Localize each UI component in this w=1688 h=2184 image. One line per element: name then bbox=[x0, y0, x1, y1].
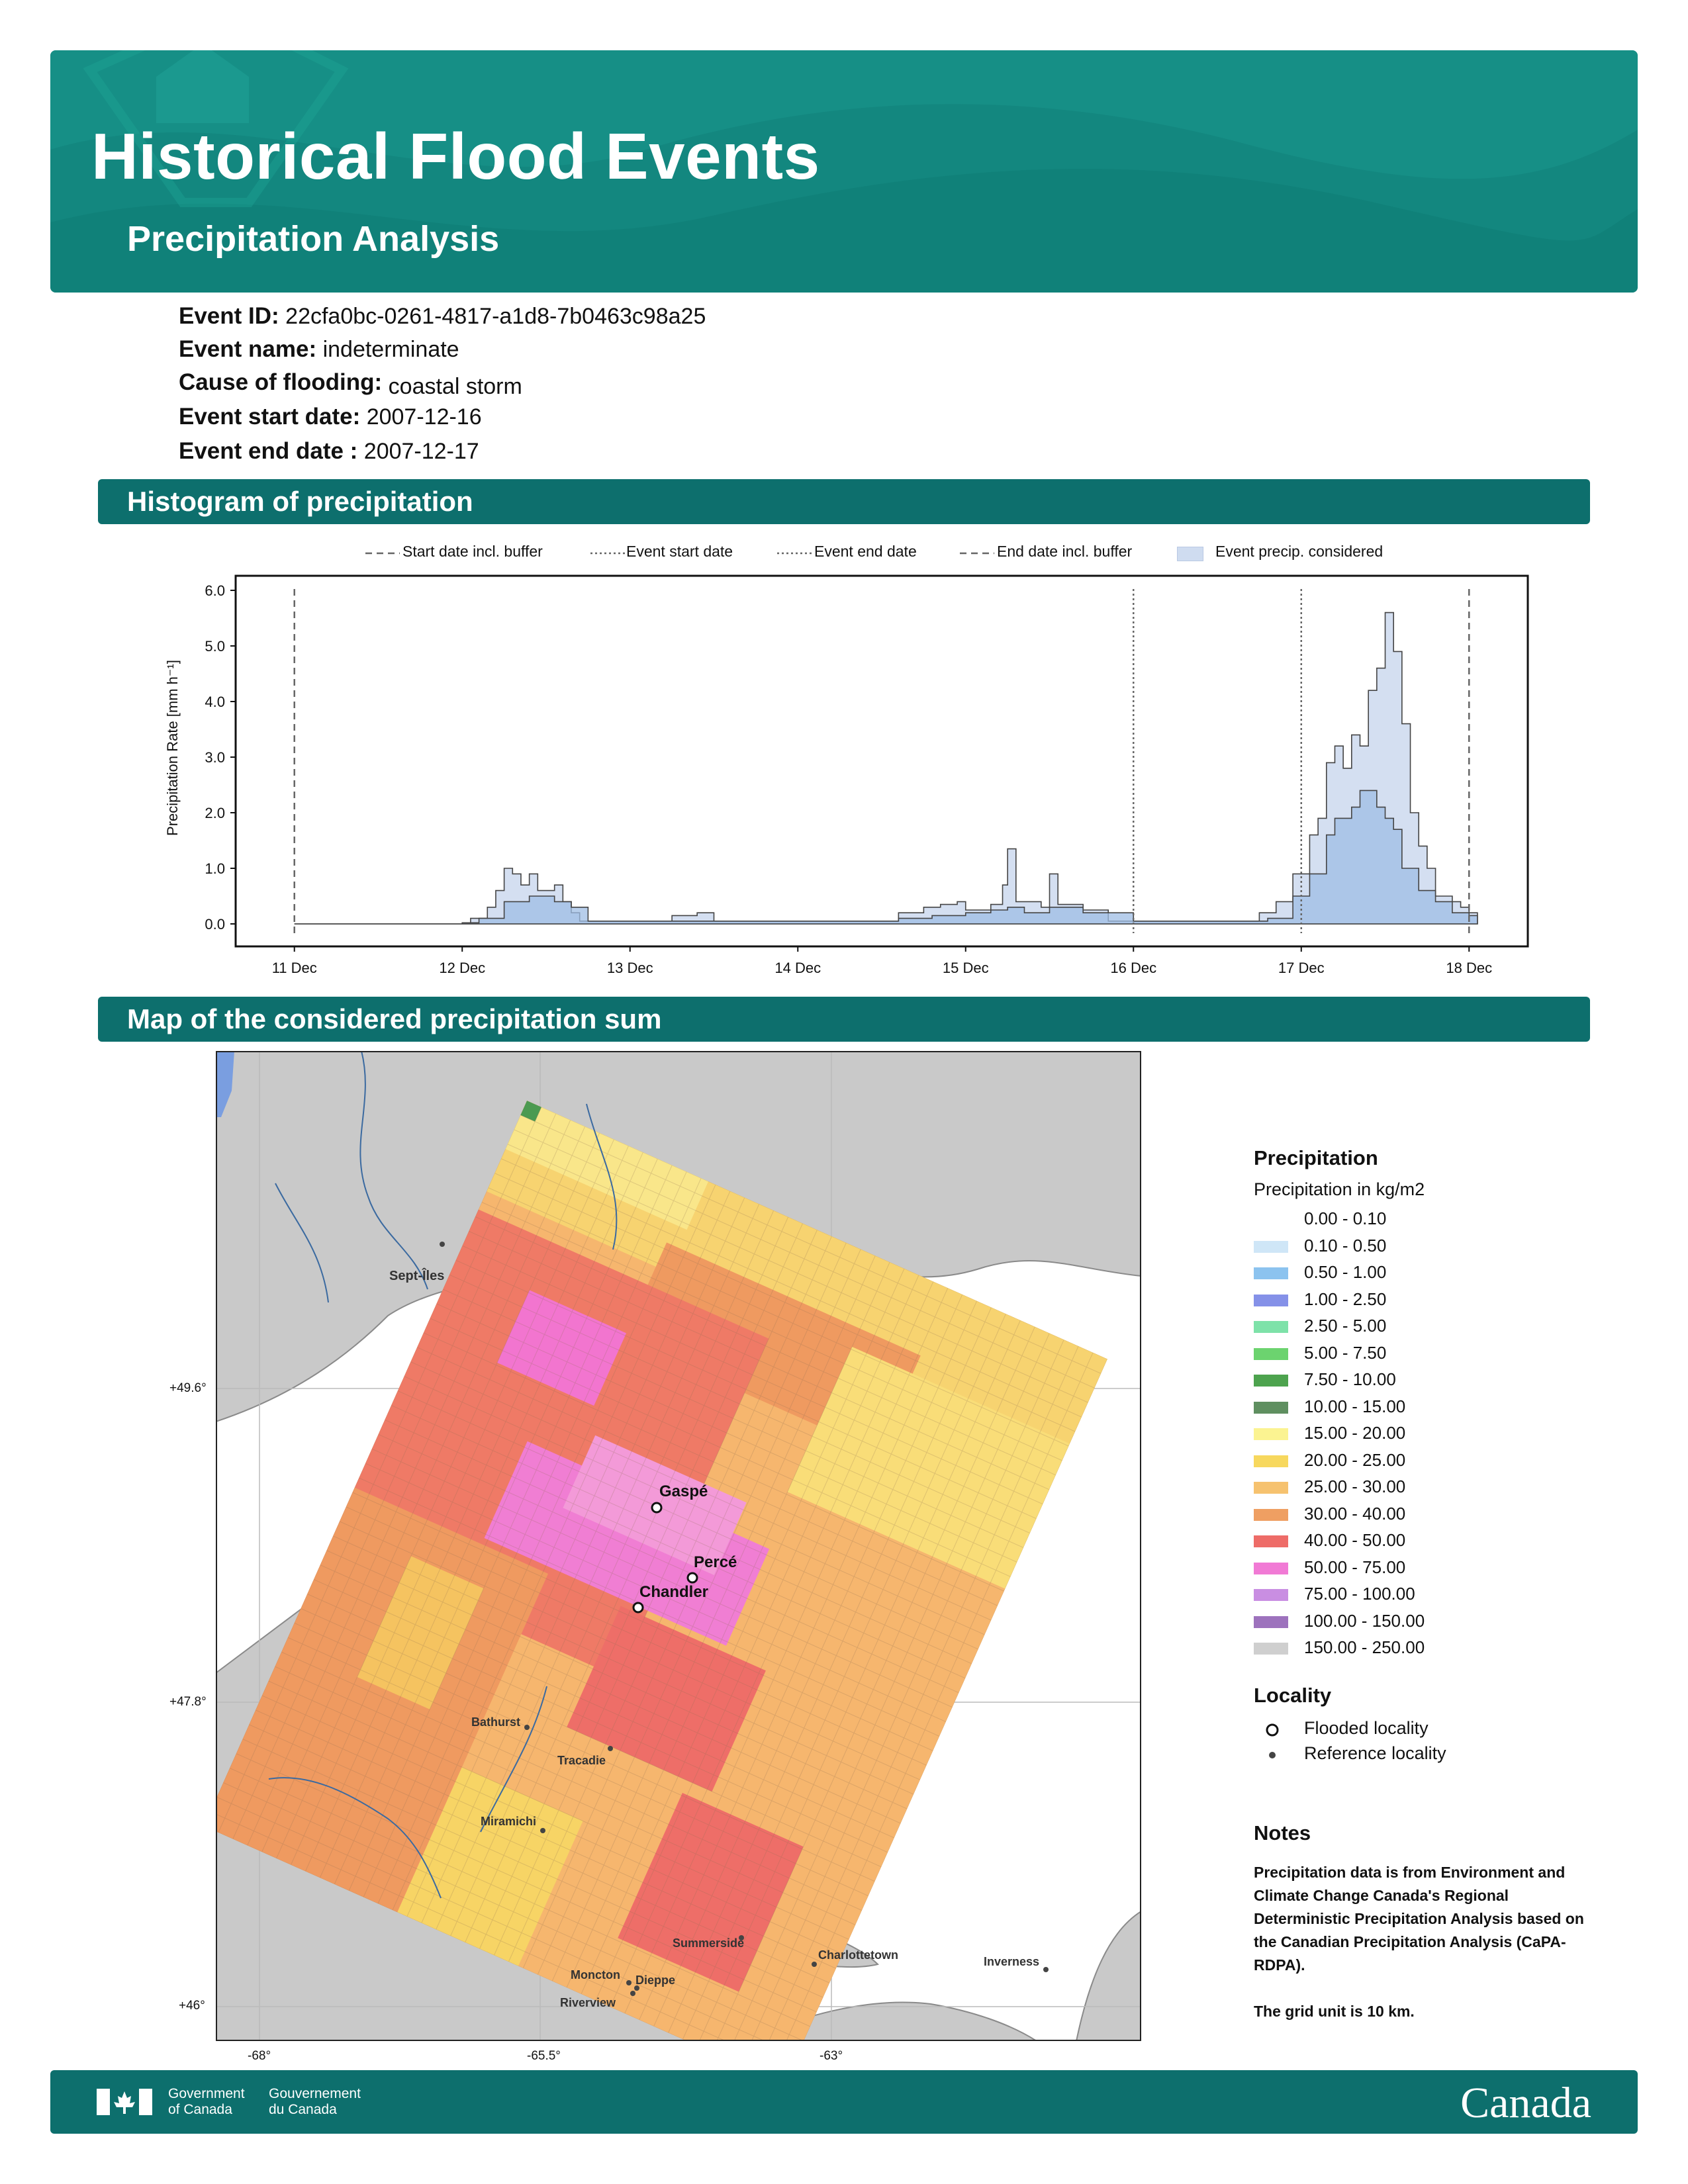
x-tick-label: 11 Dec bbox=[272, 960, 317, 976]
reference-locality-marker bbox=[440, 1242, 445, 1247]
precip-legend-swatch bbox=[1254, 1508, 1288, 1521]
precip-legend-label: 2.50 - 5.00 bbox=[1304, 1316, 1387, 1336]
precip-legend-label: 20.00 - 25.00 bbox=[1304, 1449, 1406, 1470]
footer-bar: Government of Canada Gouvernement du Canad… bbox=[50, 2070, 1638, 2134]
precip-legend-swatch bbox=[1254, 1455, 1288, 1467]
locality-gaspe: Gaspé bbox=[659, 1482, 708, 1500]
notes-body: Precipitation data is from Environment a… bbox=[1254, 1861, 1598, 2023]
map-ytick-46: +46° bbox=[179, 1999, 205, 2013]
precip-legend-swatch bbox=[1254, 1643, 1288, 1655]
precip-legend-swatch bbox=[1254, 1615, 1288, 1628]
precip-legend-swatch bbox=[1254, 1267, 1288, 1279]
map-ytick-47-8: +47.8° bbox=[169, 1695, 207, 1709]
y-tick-label: 6.0 bbox=[205, 582, 225, 599]
precipitation-histogram-chart: 0.0 1.0 2.0 3.0 4.0 5.0 6.0 11 Dec 12 Dec 13 Dec 1… bbox=[164, 574, 1529, 976]
y-tick-label: 0.0 bbox=[205, 916, 225, 933]
precip-legend-label: 10.00 - 15.00 bbox=[1304, 1396, 1406, 1416]
precip-legend-label: 100.00 - 150.00 bbox=[1304, 1610, 1425, 1631]
y-tick-label: 4.0 bbox=[205, 694, 225, 710]
precip-legend-swatch bbox=[1254, 1294, 1288, 1306]
reference-locality-label: Reference locality bbox=[1304, 1743, 1446, 1763]
y-tick-label: 5.0 bbox=[205, 638, 225, 655]
flooded-locality-marker bbox=[632, 1602, 644, 1614]
precip-legend-label: 7.50 - 10.00 bbox=[1304, 1369, 1396, 1389]
notes-title: Notes bbox=[1254, 1821, 1311, 1844]
locality-moncton: Moncton bbox=[571, 1968, 620, 1981]
precip-legend-label: 15.00 - 20.00 bbox=[1304, 1423, 1406, 1443]
precip-legend-label: 40.00 - 50.00 bbox=[1304, 1530, 1406, 1550]
gov-en: Government of Canada bbox=[168, 2086, 245, 2117]
precip-legend-swatch bbox=[1254, 1482, 1288, 1494]
precip-legend-swatch bbox=[1254, 1375, 1288, 1387]
canada-wordmark: Canada bbox=[1460, 2079, 1591, 2127]
gov-fr: Gouvernement du Canada bbox=[269, 2086, 361, 2117]
section-map: Map of the considered precipitation sum bbox=[98, 997, 1590, 1042]
flooded-locality-icon bbox=[1266, 1723, 1279, 1737]
x-tick-label: 15 Dec bbox=[943, 960, 989, 976]
precip-legend-label: 5.00 - 7.50 bbox=[1304, 1342, 1387, 1363]
locality-sept-iles: Sept-Îles bbox=[389, 1267, 444, 1283]
precip-legend-swatch bbox=[1254, 1428, 1288, 1440]
precip-legend-swatch bbox=[1254, 1347, 1288, 1360]
precip-legend-label: 0.50 - 1.00 bbox=[1304, 1262, 1387, 1282]
precip-legend-label: 150.00 - 250.00 bbox=[1304, 1637, 1425, 1657]
precip-legend-title: Precipitation bbox=[1254, 1146, 1378, 1169]
reference-locality-icon bbox=[1269, 1752, 1276, 1758]
locality-bathurst: Bathurst bbox=[471, 1715, 520, 1729]
map-xtick-63: -63° bbox=[820, 2049, 843, 2063]
locality-summerside: Summerside bbox=[673, 1936, 744, 1950]
precip-legend-label: 0.10 - 0.50 bbox=[1304, 1235, 1387, 1255]
locality-miramichi: Miramichi bbox=[481, 1815, 536, 1828]
notes-data-source: Precipitation data is from Environment a… bbox=[1254, 1864, 1584, 1974]
precip-legend-swatch bbox=[1254, 1589, 1288, 1601]
y-axis-label: Precipitation Rate [mm h⁻¹] bbox=[164, 660, 181, 836]
locality-tracadie: Tracadie bbox=[557, 1754, 606, 1767]
locality-chandler: Chandler bbox=[639, 1583, 708, 1601]
precip-legend-swatch bbox=[1254, 1562, 1288, 1574]
precip-legend-label: 0.00 - 0.10 bbox=[1304, 1208, 1387, 1228]
y-tick-label: 3.0 bbox=[205, 749, 225, 766]
x-tick-label: 13 Dec bbox=[607, 960, 653, 976]
precip-legend-label: 25.00 - 30.00 bbox=[1304, 1477, 1406, 1496]
x-tick-label: 17 Dec bbox=[1278, 960, 1325, 976]
flooded-locality-label: Flooded locality bbox=[1304, 1718, 1429, 1738]
locality-perce: Percé bbox=[694, 1553, 737, 1571]
precip-legend-subtitle: Precipitation in kg/m2 bbox=[1254, 1179, 1425, 1199]
x-tick-label: 18 Dec bbox=[1446, 960, 1492, 976]
precip-legend-label: 75.00 - 100.00 bbox=[1304, 1584, 1415, 1604]
flooded-locality-marker bbox=[686, 1572, 698, 1584]
locality-charlottetown: Charlottetown bbox=[818, 1948, 898, 1962]
canada-flag-icon bbox=[97, 2089, 152, 2115]
precip-legend-label: 1.00 - 2.50 bbox=[1304, 1289, 1387, 1309]
x-tick-label: 12 Dec bbox=[439, 960, 485, 976]
map-ytick-49-6: +49.6° bbox=[169, 1381, 207, 1395]
y-tick-label: 1.0 bbox=[205, 860, 225, 877]
precip-legend-label: 30.00 - 40.00 bbox=[1304, 1503, 1406, 1524]
x-tick-label: 14 Dec bbox=[774, 960, 821, 976]
map-xtick-68: -68° bbox=[248, 2049, 271, 2063]
precip-legend-swatch bbox=[1254, 1214, 1288, 1226]
locality-legend-title: Locality bbox=[1254, 1684, 1332, 1707]
locality-inverness: Inverness bbox=[984, 1955, 1039, 1968]
precip-legend-swatch bbox=[1254, 1321, 1288, 1333]
x-tick-label: 16 Dec bbox=[1110, 960, 1156, 976]
notes-grid-unit: The grid unit is 10 km. bbox=[1254, 2003, 1415, 2020]
precip-legend-swatch bbox=[1254, 1535, 1288, 1547]
precip-legend-swatch bbox=[1254, 1240, 1288, 1253]
locality-dieppe: Dieppe bbox=[635, 1974, 675, 1987]
precip-legend-label: 50.00 - 75.00 bbox=[1304, 1557, 1406, 1577]
precipitation-map: Sept-Îles Gaspé Percé Chandler Bathurst … bbox=[216, 1051, 1141, 2041]
y-tick-label: 2.0 bbox=[205, 805, 225, 821]
precip-legend-swatch bbox=[1254, 1401, 1288, 1414]
map-xtick-65-5: -65.5° bbox=[527, 2049, 561, 2063]
locality-riverview: Riverview bbox=[560, 1996, 616, 2009]
flooded-locality-marker bbox=[651, 1502, 663, 1514]
